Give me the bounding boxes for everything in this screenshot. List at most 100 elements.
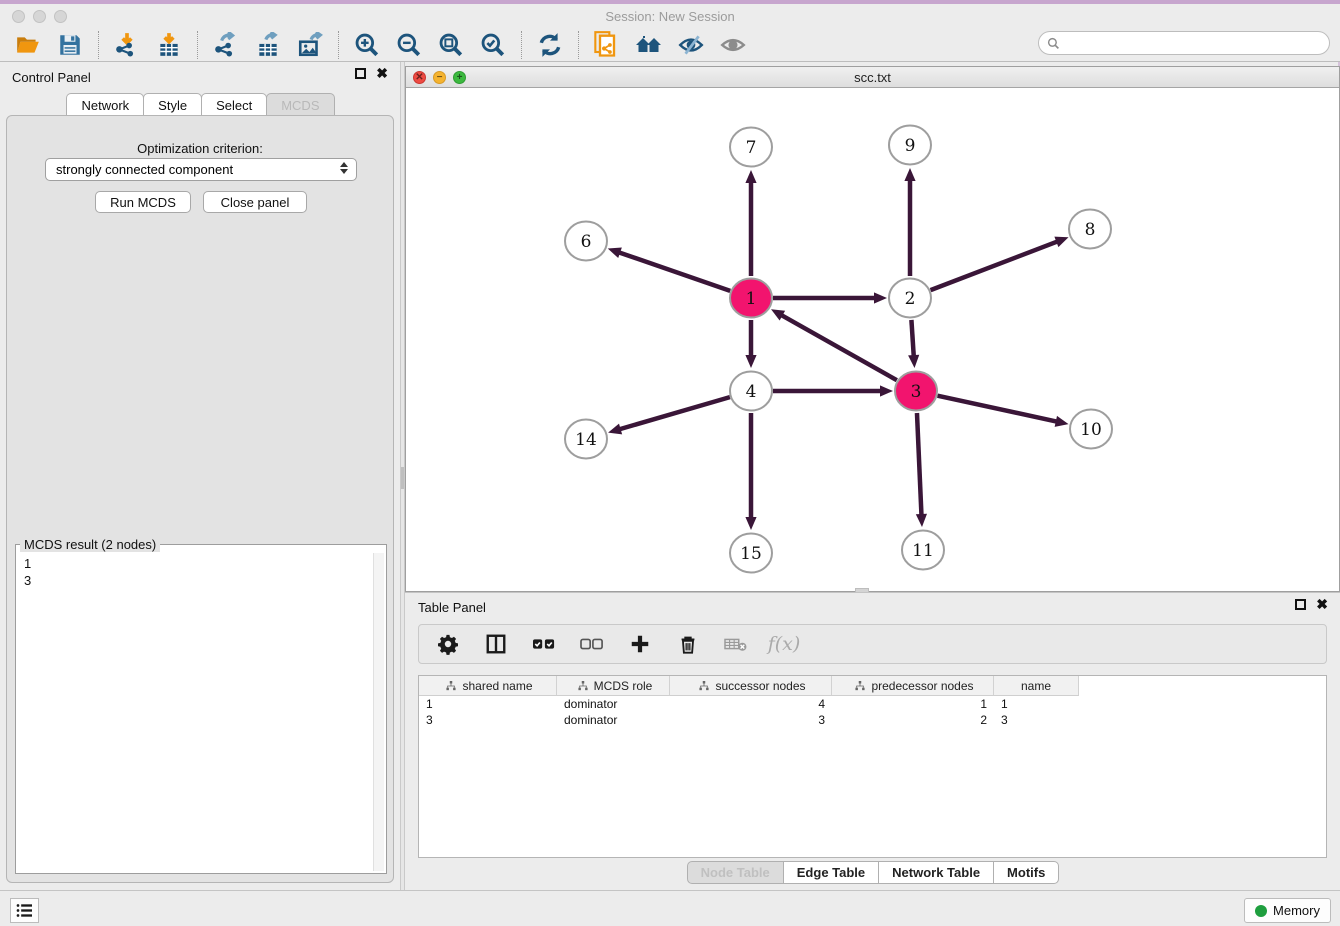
export-table-icon[interactable] xyxy=(254,31,282,59)
tab-network[interactable]: Network xyxy=(66,93,144,117)
result-scrollbar[interactable] xyxy=(373,553,384,871)
split-columns-icon[interactable] xyxy=(483,631,509,657)
optimization-criterion-select[interactable]: strongly connected component xyxy=(45,158,357,181)
network-graph[interactable]: 7 9 6 8 1 2 4 3 14 10 15 11 xyxy=(406,88,1339,591)
refresh-icon[interactable] xyxy=(536,31,564,59)
graph-edge-arrowhead xyxy=(608,424,622,435)
optimization-criterion-label: Optimization criterion: xyxy=(7,141,393,156)
table-row[interactable]: 3 dominator 3 2 3 xyxy=(419,712,1326,728)
network-canvas[interactable]: 7 9 6 8 1 2 4 3 14 10 15 11 xyxy=(406,88,1339,591)
node-table[interactable]: shared name MCDS role successor nodes pr… xyxy=(418,675,1327,858)
graph-edge[interactable] xyxy=(937,396,1057,422)
graph-edge-arrowhead xyxy=(908,355,919,368)
add-column-icon[interactable] xyxy=(627,631,653,657)
attribute-icon xyxy=(446,681,456,691)
graph-node-label: 7 xyxy=(746,138,757,158)
export-image-icon[interactable] xyxy=(296,31,324,59)
cell-predecessor-nodes: 1 xyxy=(832,696,994,712)
import-network-icon[interactable] xyxy=(113,31,141,59)
memory-status-icon xyxy=(1255,905,1267,917)
float-panel-icon[interactable] xyxy=(355,68,366,79)
table-panel: Table Panel ✖ f(x) xyxy=(405,592,1340,890)
graph-edge[interactable] xyxy=(781,315,897,381)
graph-edge[interactable] xyxy=(618,252,730,291)
control-panel: Control Panel ✖ Network Style Select MCD… xyxy=(0,62,400,890)
graph-edge[interactable] xyxy=(619,397,730,429)
tab-network-table[interactable]: Network Table xyxy=(878,861,994,884)
mcds-result-text[interactable]: 1 3 xyxy=(18,553,372,871)
zoom-fit-icon[interactable] xyxy=(437,31,465,59)
graph-node-3[interactable]: 3 xyxy=(895,372,937,411)
search-icon xyxy=(1047,37,1060,50)
zoom-out-icon[interactable] xyxy=(395,31,423,59)
graph-node-label: 11 xyxy=(912,541,934,561)
graph-node-14[interactable]: 14 xyxy=(565,420,607,459)
column-header-name[interactable]: name xyxy=(994,676,1079,696)
zoom-in-icon[interactable] xyxy=(353,31,381,59)
network-window-titlebar[interactable]: ✕ − + scc.txt xyxy=(406,67,1339,88)
tab-select[interactable]: Select xyxy=(201,93,267,117)
tab-node-table[interactable]: Node Table xyxy=(687,861,784,884)
close-panel-button[interactable]: Close panel xyxy=(203,191,307,213)
search-input[interactable] xyxy=(1064,36,1314,50)
column-header-mcds-role[interactable]: MCDS role xyxy=(557,676,670,696)
tab-motifs[interactable]: Motifs xyxy=(993,861,1059,884)
table-row[interactable]: 1 dominator 4 1 1 xyxy=(419,696,1326,712)
graph-node-6[interactable]: 6 xyxy=(565,222,607,261)
graph-node-2[interactable]: 2 xyxy=(889,279,931,318)
graph-edge-arrowhead xyxy=(745,170,756,183)
table-toolbar: f(x) xyxy=(418,624,1327,664)
graph-edge[interactable] xyxy=(931,241,1059,290)
graph-node-1[interactable]: 1 xyxy=(730,279,772,318)
cell-predecessor-nodes: 2 xyxy=(832,712,994,728)
attribute-icon xyxy=(855,681,865,691)
column-header-successor-nodes[interactable]: successor nodes xyxy=(670,676,832,696)
graph-edge[interactable] xyxy=(911,320,913,357)
import-table-icon[interactable] xyxy=(155,31,183,59)
select-all-checkboxes-icon[interactable] xyxy=(531,631,557,657)
close-panel-icon[interactable]: ✖ xyxy=(376,68,388,79)
show-eye-icon[interactable] xyxy=(719,31,747,59)
search-field[interactable] xyxy=(1038,31,1330,55)
graph-edge-arrowhead xyxy=(1055,416,1069,427)
column-header-predecessor-nodes[interactable]: predecessor nodes xyxy=(832,676,994,696)
graph-node-8[interactable]: 8 xyxy=(1069,210,1111,249)
tab-edge-table[interactable]: Edge Table xyxy=(783,861,879,884)
tab-style[interactable]: Style xyxy=(143,93,202,117)
zoom-selected-icon[interactable] xyxy=(479,31,507,59)
graph-node-10[interactable]: 10 xyxy=(1070,410,1112,449)
attribute-icon xyxy=(699,681,709,691)
graph-node-7[interactable]: 7 xyxy=(730,128,772,167)
graph-edge[interactable] xyxy=(917,413,922,516)
delete-table-icon[interactable] xyxy=(723,631,749,657)
splitter-grip[interactable] xyxy=(401,467,404,489)
save-session-icon[interactable] xyxy=(56,31,84,59)
function-builder-icon[interactable]: f(x) xyxy=(771,631,797,657)
home-layout-icon[interactable] xyxy=(635,31,663,59)
run-mcds-button[interactable]: Run MCDS xyxy=(95,191,191,213)
float-table-panel-icon[interactable] xyxy=(1295,599,1306,610)
graph-node-label: 15 xyxy=(740,544,762,564)
control-panel-title: Control Panel xyxy=(12,70,91,85)
open-file-icon[interactable] xyxy=(14,31,42,59)
delete-column-icon[interactable] xyxy=(675,631,701,657)
gear-icon[interactable] xyxy=(435,631,461,657)
graph-node-11[interactable]: 11 xyxy=(902,531,944,570)
memory-button[interactable]: Memory xyxy=(1244,898,1331,923)
clear-checkboxes-icon[interactable] xyxy=(579,631,605,657)
graph-node-4[interactable]: 4 xyxy=(730,372,772,411)
export-network-icon[interactable] xyxy=(212,31,240,59)
tab-mcds[interactable]: MCDS xyxy=(266,93,334,117)
graph-node-label: 10 xyxy=(1080,420,1102,440)
graph-node-label: 14 xyxy=(575,430,597,450)
graph-node-label: 8 xyxy=(1085,220,1096,240)
graph-node-label: 9 xyxy=(905,136,916,156)
hide-eye-icon[interactable] xyxy=(677,31,705,59)
column-header-shared-name[interactable]: shared name xyxy=(419,676,557,696)
clone-network-icon[interactable] xyxy=(593,31,621,59)
graph-node-15[interactable]: 15 xyxy=(730,534,772,573)
attribute-icon xyxy=(578,681,588,691)
task-history-button[interactable] xyxy=(10,898,39,923)
close-table-panel-icon[interactable]: ✖ xyxy=(1316,599,1328,610)
graph-node-9[interactable]: 9 xyxy=(889,126,931,165)
